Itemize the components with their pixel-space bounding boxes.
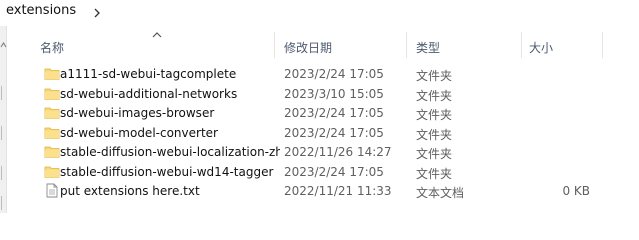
chevron-up-icon[interactable] [0,40,7,50]
text-file-icon [44,183,60,198]
column-divider[interactable] [406,32,407,58]
file-type: 文件夹 [416,127,453,142]
nav-item-marker [1,126,6,140]
column-header-name[interactable]: 名称 [40,39,64,56]
nav-item-marker [1,86,6,100]
file-name: sd-webui-additional-networks [60,86,238,101]
file-modified: 2023/2/24 17:05 [284,106,384,120]
file-modified: 2023/2/24 17:05 [284,67,384,81]
file-size: 0 KB [562,184,590,198]
list-item[interactable]: sd-webui-additional-networks 2023/3/10 1… [8,84,639,104]
breadcrumb: extensions [0,0,639,26]
file-name: stable-diffusion-webui-localization-zh..… [60,145,280,159]
file-type: 文件夹 [416,147,453,161]
folder-icon [44,164,60,179]
column-divider[interactable] [274,32,275,58]
file-modified: 2023/2/24 17:05 [284,125,384,140]
column-header-size[interactable]: 大小 [529,39,553,56]
list-item[interactable]: a1111-sd-webui-tagcomplete 2023/2/24 17:… [8,64,639,84]
navigation-pane-edge[interactable] [0,26,7,213]
file-modified: 2023/2/24 17:05 [284,164,384,179]
file-type: 文件夹 [416,69,453,83]
file-type: 文件夹 [416,166,453,181]
column-divider[interactable] [521,32,522,58]
column-divider[interactable] [602,32,603,58]
column-header-modified[interactable]: 修改日期 [284,39,332,56]
list-item[interactable]: sd-webui-model-converter 2023/2/24 17:05… [8,123,639,143]
file-type: 文本文档 [416,186,465,200]
column-header-row: 名称 修改日期 类型 大小 [8,30,639,60]
folder-icon [44,86,60,101]
file-modified: 2022/11/21 11:33 [284,184,392,198]
file-modified: 2022/11/26 14:27 [284,145,392,159]
folder-icon [44,144,60,159]
list-item[interactable]: stable-diffusion-webui-localization-zh..… [8,142,639,162]
file-type: 文件夹 [416,108,453,122]
sort-ascending-icon [151,31,163,39]
nav-item-marker [1,166,6,180]
file-type: 文件夹 [416,88,453,103]
folder-icon [44,105,60,120]
file-name: sd-webui-images-browser [60,106,215,120]
folder-icon [44,66,60,81]
file-name: sd-webui-model-converter [60,125,218,140]
file-name: put extensions here.txt [60,184,200,198]
list-item[interactable]: put extensions here.txt 2022/11/21 11:33… [8,181,639,201]
list-item[interactable]: sd-webui-images-browser 2023/2/24 17:05 … [8,103,639,123]
file-name: stable-diffusion-webui-wd14-tagger [60,164,274,179]
breadcrumb-item-extensions[interactable]: extensions [6,3,76,18]
folder-icon [44,125,60,140]
file-name: a1111-sd-webui-tagcomplete [60,67,237,81]
file-modified: 2023/3/10 15:05 [284,86,384,101]
list-item[interactable]: stable-diffusion-webui-wd14-tagger 2023/… [8,162,639,182]
nav-item-marker [1,196,6,210]
chevron-right-icon[interactable] [92,7,102,19]
column-header-type[interactable]: 类型 [416,39,440,56]
